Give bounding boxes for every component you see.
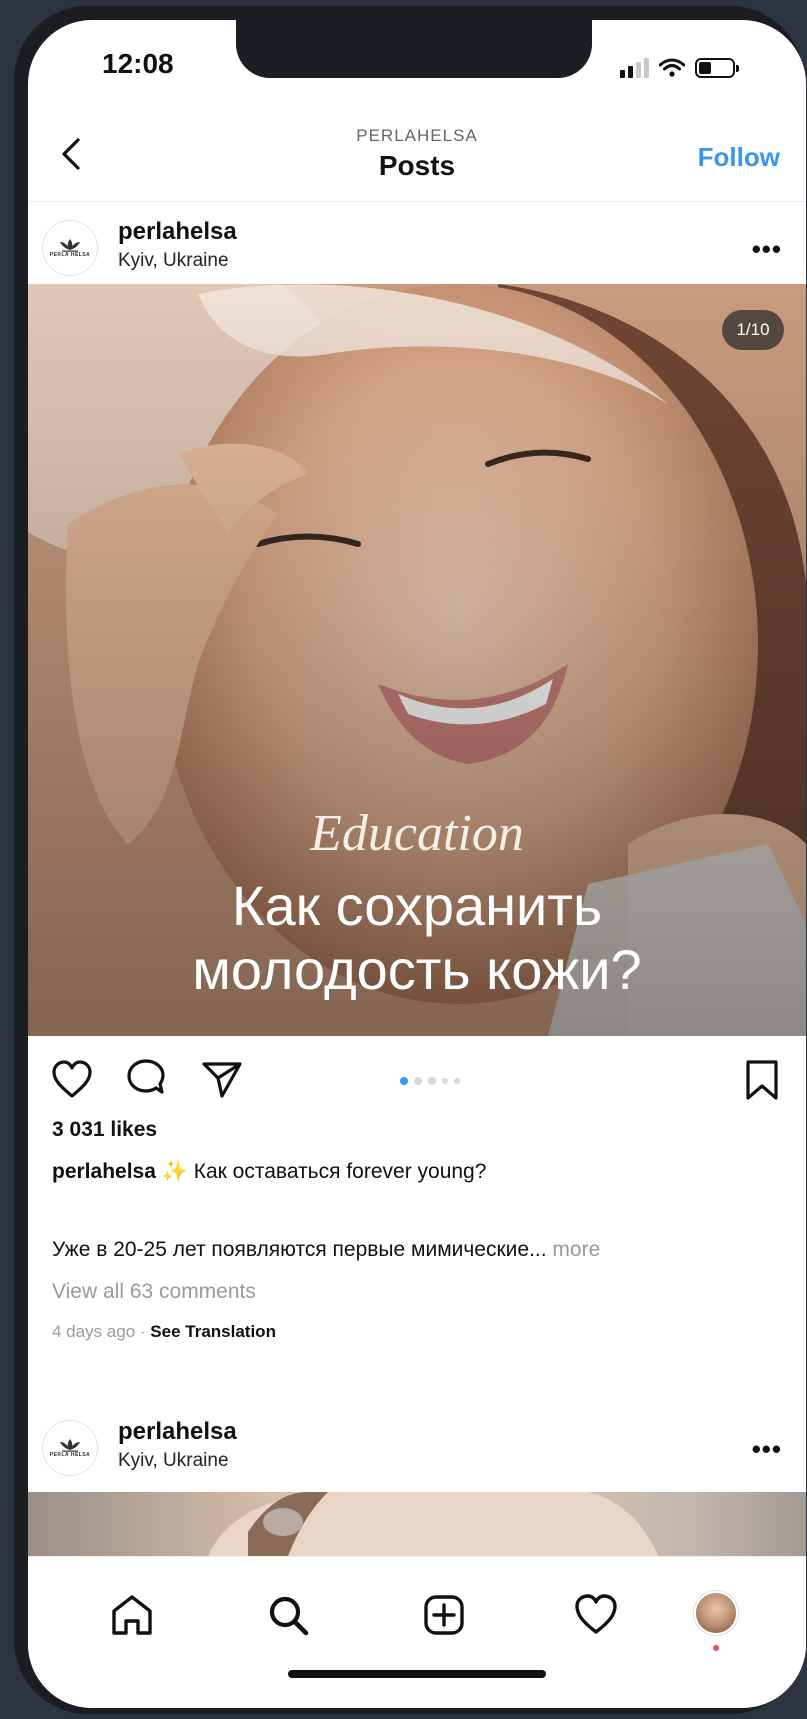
meta-separator: · xyxy=(135,1322,151,1341)
photo-illustration xyxy=(208,1492,658,1556)
carousel-dot xyxy=(428,1077,436,1085)
carousel-counter-badge: 1/10 xyxy=(722,310,784,350)
more-options-button[interactable]: ••• xyxy=(752,1434,782,1465)
post-username[interactable]: perlahelsa xyxy=(118,218,237,246)
header-username: PERLAHELSA xyxy=(356,126,478,145)
heart-icon[interactable] xyxy=(572,1591,620,1639)
top-nav-bar: PERLAHELSA Posts Follow xyxy=(28,110,806,202)
screen: 12:08 PERLAHELSA Posts Follow PERLA HELS… xyxy=(28,20,806,1708)
notification-dot xyxy=(713,1645,719,1651)
avatar-logo-text: PERLA HELSA xyxy=(49,1452,91,1458)
search-icon[interactable] xyxy=(264,1591,312,1639)
post-username[interactable]: perlahelsa xyxy=(118,1418,237,1446)
view-comments-link[interactable]: View all 63 comments xyxy=(52,1280,256,1304)
post-meta: 4 days ago · See Translation xyxy=(52,1322,276,1342)
caption-text: Как оставаться forever young? xyxy=(193,1160,487,1183)
follow-button[interactable]: Follow xyxy=(698,142,780,173)
home-indicator[interactable] xyxy=(288,1670,546,1678)
plus-square-icon[interactable] xyxy=(420,1591,468,1639)
battery-icon xyxy=(695,58,739,78)
post-image[interactable] xyxy=(28,1492,806,1556)
post-timestamp: 4 days ago xyxy=(52,1322,136,1341)
carousel-dot xyxy=(442,1078,448,1084)
see-translation-link[interactable]: See Translation xyxy=(150,1322,276,1341)
post-image[interactable]: 1/10 Education Как сохранить молодость к… xyxy=(28,284,806,1036)
image-title-line-2: молодость кожи? xyxy=(192,938,642,1001)
avatar-logo-text: PERLA HELSA xyxy=(49,252,91,258)
paper-plane-icon[interactable] xyxy=(200,1058,244,1102)
avatar[interactable]: PERLA HELSA xyxy=(42,1420,98,1476)
lotus-logo-icon xyxy=(60,239,80,252)
comment-bubble-icon[interactable] xyxy=(124,1058,168,1102)
bottom-tab-bar xyxy=(28,1556,806,1708)
carousel-dot xyxy=(414,1077,422,1085)
carousel-dots xyxy=(400,1077,460,1085)
more-options-button[interactable]: ••• xyxy=(752,234,782,265)
caption-body-text: Уже в 20-25 лет появляются первые мимиче… xyxy=(52,1238,547,1261)
image-title-line-1: Как сохранить xyxy=(231,874,603,937)
post-location[interactable]: Kyiv, Ukraine xyxy=(118,1450,229,1472)
more-link[interactable]: more xyxy=(552,1238,600,1261)
post-actions xyxy=(28,1048,806,1108)
carousel-dot xyxy=(454,1078,460,1084)
sparkles-emoji: ✨ xyxy=(161,1160,188,1183)
home-icon[interactable] xyxy=(108,1591,156,1639)
notch xyxy=(236,20,592,78)
page-title: Posts xyxy=(378,150,456,181)
post-header: PERLA HELSA perlahelsa Kyiv, Ukraine ••• xyxy=(28,1404,806,1492)
wifi-icon xyxy=(659,58,685,77)
bookmark-icon[interactable] xyxy=(740,1058,784,1102)
post-header: PERLA HELSA perlahelsa Kyiv, Ukraine ••• xyxy=(28,204,806,292)
post-location[interactable]: Kyiv, Ukraine xyxy=(118,250,229,272)
status-time: 12:08 xyxy=(102,48,174,79)
status-icons xyxy=(620,54,739,82)
signal-icon xyxy=(620,58,649,78)
image-overlay-title: Как сохранить молодость кожи? xyxy=(28,874,806,1002)
image-overlay-label: Education xyxy=(310,805,524,862)
avatar[interactable]: PERLA HELSA xyxy=(42,220,98,276)
carousel-dot xyxy=(400,1077,408,1085)
heart-icon[interactable] xyxy=(50,1058,94,1102)
caption-username[interactable]: perlahelsa xyxy=(52,1160,156,1183)
lotus-logo-icon xyxy=(60,1439,80,1452)
avatar[interactable] xyxy=(694,1591,738,1635)
caption-body: Уже в 20-25 лет появляются первые мимиче… xyxy=(52,1238,600,1262)
likes-count[interactable]: 3 031 likes xyxy=(52,1118,157,1142)
caption: perlahelsa ✨ Как оставаться forever youn… xyxy=(52,1160,486,1184)
